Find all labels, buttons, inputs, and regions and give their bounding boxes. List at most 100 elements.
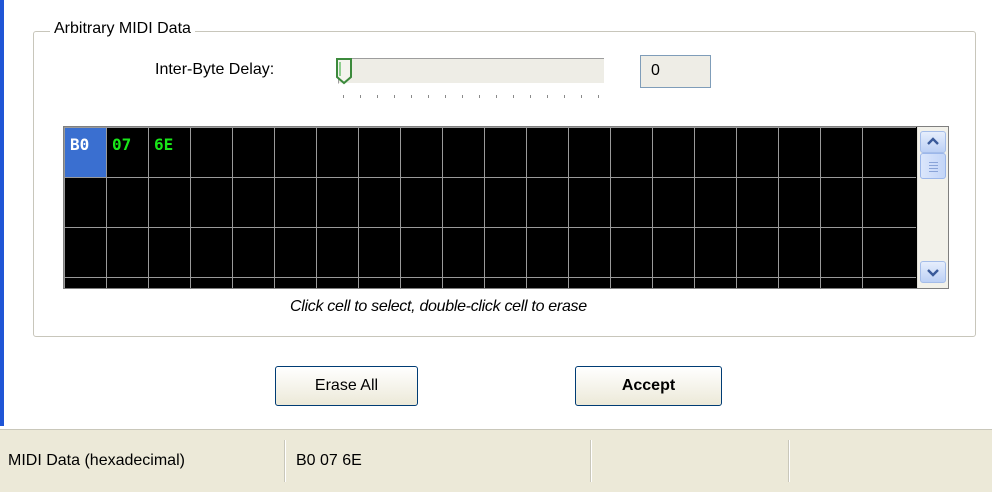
grid-cell[interactable] (737, 128, 778, 177)
grid-cell[interactable] (485, 178, 526, 227)
grid-cell[interactable] (779, 128, 820, 177)
grid-cell[interactable] (527, 128, 568, 177)
grid-cell[interactable] (317, 128, 358, 177)
status-bar: MIDI Data (hexadecimal) B0 07 6E (0, 429, 992, 492)
grid-cell[interactable] (611, 228, 652, 277)
grid-cell[interactable] (569, 228, 610, 277)
grid-cell[interactable] (443, 178, 484, 227)
grid-cell[interactable] (107, 228, 148, 277)
grid-cell[interactable] (821, 128, 862, 177)
slider-tick (462, 95, 463, 98)
scroll-up-button[interactable] (920, 131, 946, 153)
grid-cell[interactable] (443, 228, 484, 277)
grid-cell[interactable] (569, 178, 610, 227)
grid-cell[interactable] (569, 128, 610, 177)
grid-line (148, 127, 149, 288)
slider-thumb[interactable] (334, 57, 354, 85)
grid-cell[interactable] (275, 178, 316, 227)
grid-cell[interactable] (821, 178, 862, 227)
grid-cell[interactable] (695, 128, 736, 177)
grid-line (190, 127, 191, 288)
grid-cell[interactable] (485, 228, 526, 277)
grid-cell[interactable] (233, 128, 274, 177)
inter-byte-delay-label: Inter-Byte Delay: (155, 61, 275, 78)
grid-cell[interactable] (695, 178, 736, 227)
slider-tick (411, 95, 412, 98)
grid-cell[interactable] (233, 178, 274, 227)
grid-cell[interactable] (611, 178, 652, 227)
grid-line (694, 127, 695, 288)
slider-tick (428, 95, 429, 98)
scroll-down-button[interactable] (920, 261, 946, 283)
grid-line (64, 177, 916, 178)
grid-cell[interactable] (653, 178, 694, 227)
grid-cell[interactable] (149, 178, 190, 227)
slider-tick (513, 95, 514, 98)
grid-line (64, 127, 65, 288)
grid-cell[interactable] (191, 128, 232, 177)
grid-line (736, 127, 737, 288)
slider-tick (547, 95, 548, 98)
grid-cell[interactable] (737, 178, 778, 227)
grid-cell[interactable] (653, 228, 694, 277)
inter-byte-delay-slider[interactable] (338, 58, 604, 84)
grid-cell[interactable]: B0 (65, 128, 106, 177)
slider-tick (394, 95, 395, 98)
scroll-thumb[interactable] (920, 153, 946, 179)
slider-ticks (343, 95, 601, 100)
grid-cell[interactable] (149, 228, 190, 277)
window-accent-border (0, 0, 4, 426)
grid-cell[interactable] (779, 178, 820, 227)
grid-line (106, 127, 107, 288)
grid-cell[interactable] (443, 128, 484, 177)
grid-cell[interactable] (107, 178, 148, 227)
grid-line (316, 127, 317, 288)
grid-cell[interactable] (695, 228, 736, 277)
grid-cell[interactable] (359, 228, 400, 277)
grid-cell[interactable] (65, 178, 106, 227)
grid-vertical-scrollbar[interactable] (917, 127, 948, 288)
erase-all-button[interactable]: Erase All (275, 366, 418, 406)
grid-cell[interactable] (65, 228, 106, 277)
grid-cell[interactable] (737, 228, 778, 277)
grid-line (820, 127, 821, 288)
grid-cell[interactable] (359, 178, 400, 227)
grid-line (610, 127, 611, 288)
grid-line (64, 227, 916, 228)
grid-line (358, 127, 359, 288)
slider-tick (496, 95, 497, 98)
grid-line (64, 127, 916, 128)
grid-cell[interactable] (233, 228, 274, 277)
grid-cell[interactable] (401, 128, 442, 177)
grid-cell[interactable] (317, 228, 358, 277)
chevron-up-icon (927, 137, 939, 145)
midi-byte-grid[interactable]: B0 07 6E (63, 126, 949, 289)
grid-cell[interactable]: 6E (149, 128, 190, 177)
status-panel-4 (794, 440, 984, 482)
grid-cell[interactable] (485, 128, 526, 177)
grid-line (652, 127, 653, 288)
grid-cell[interactable] (653, 128, 694, 177)
grid-line (526, 127, 527, 288)
grid-cell[interactable] (275, 228, 316, 277)
grid-line (64, 277, 916, 278)
grid-line (232, 127, 233, 288)
grid-cell[interactable] (821, 228, 862, 277)
grid-cell[interactable] (359, 128, 400, 177)
grid-cells[interactable]: B0 07 6E (64, 127, 916, 288)
grid-cell[interactable] (527, 178, 568, 227)
grid-cell[interactable] (275, 128, 316, 177)
accept-button[interactable]: Accept (575, 366, 722, 406)
grid-cell[interactable] (527, 228, 568, 277)
grid-cell[interactable] (611, 128, 652, 177)
grid-cell[interactable] (401, 228, 442, 277)
grid-hint-text: Click cell to select, double-click cell … (290, 298, 587, 315)
grid-line (274, 127, 275, 288)
grid-cell[interactable] (779, 228, 820, 277)
grid-line (568, 127, 569, 288)
grid-cell[interactable] (191, 178, 232, 227)
grid-cell[interactable] (401, 178, 442, 227)
grid-cell[interactable] (191, 228, 232, 277)
grid-cell[interactable] (317, 178, 358, 227)
grid-cell[interactable]: 07 (107, 128, 148, 177)
